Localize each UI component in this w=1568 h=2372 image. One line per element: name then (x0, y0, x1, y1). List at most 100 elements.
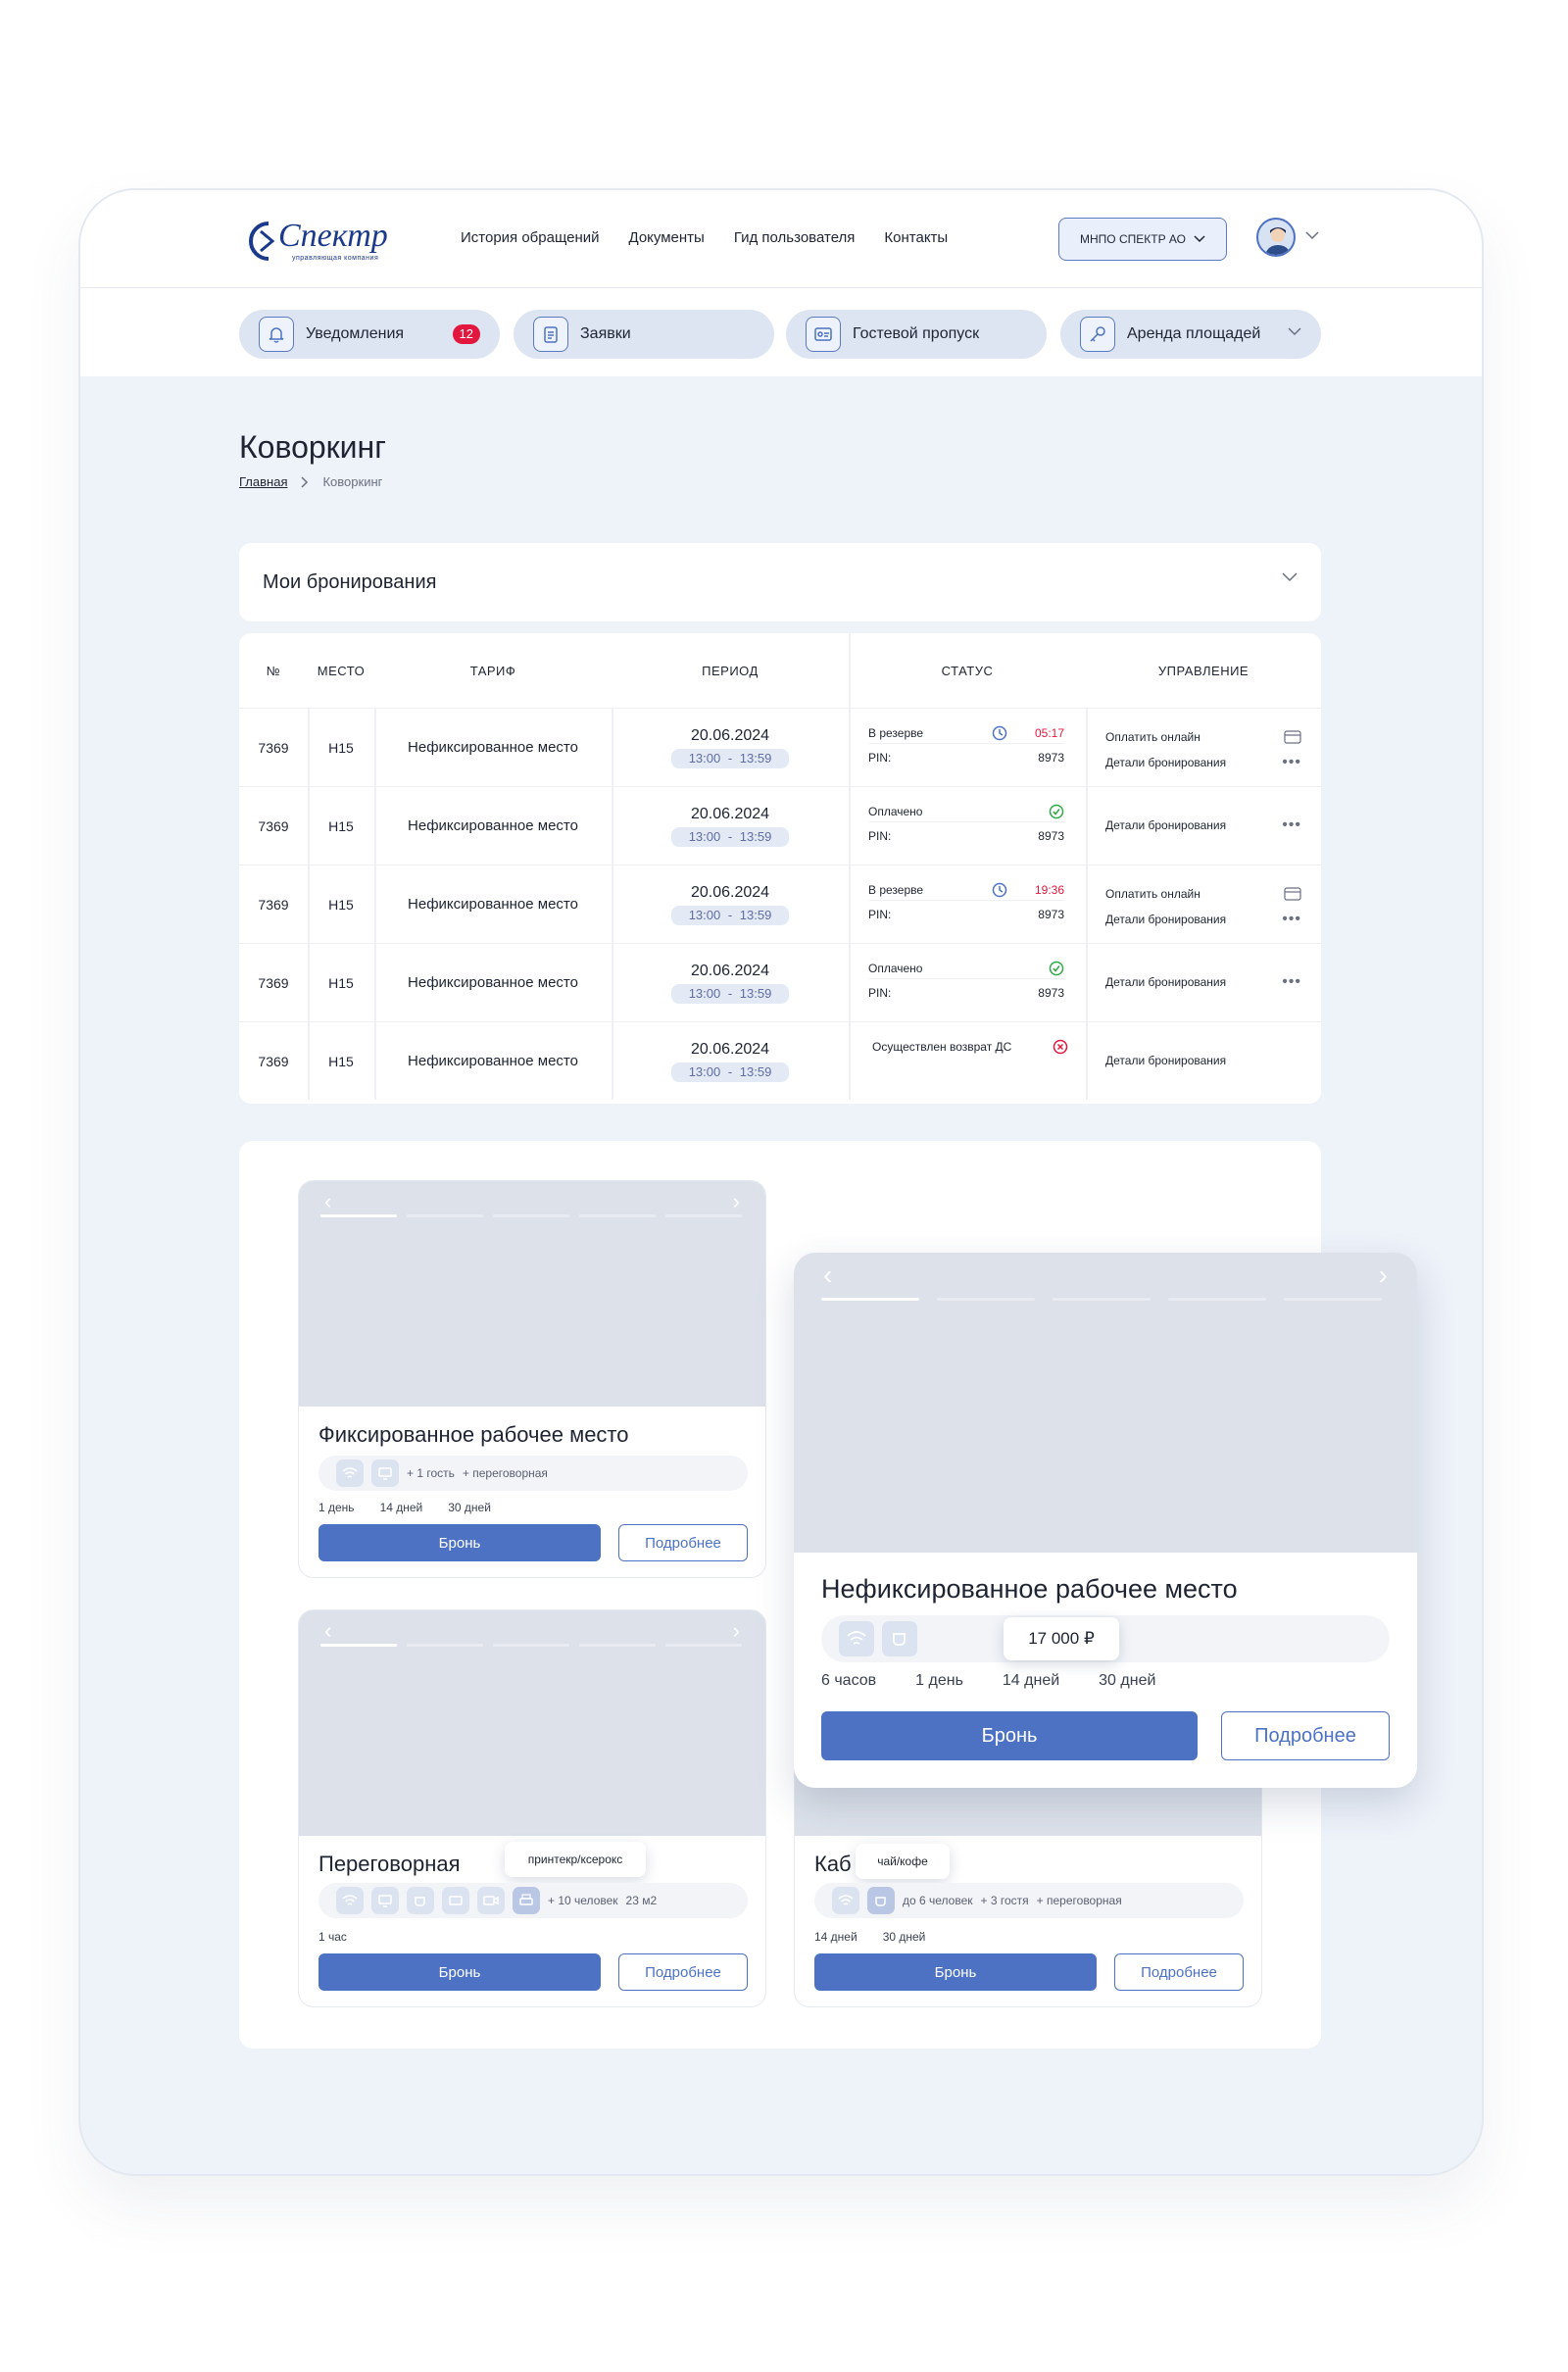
card-title: Нефиксированное рабочее место (821, 1574, 1238, 1604)
pin-label: PIN: (868, 751, 892, 765)
duration-option[interactable]: 30 дней (883, 1930, 926, 1944)
projector-icon[interactable] (442, 1887, 469, 1914)
chevron-left-icon[interactable]: ‹ (324, 1191, 331, 1212)
row-num: 7369 (258, 818, 289, 834)
table-row: 7369 H15 Нефиксированное место 20.06.202… (239, 786, 1321, 865)
duration-option[interactable]: 30 дней (1099, 1672, 1155, 1690)
chevron-left-icon[interactable]: ‹ (823, 1261, 832, 1289)
check-circle-icon (1049, 804, 1064, 818)
duration-options: 1 день 14 дней 30 дней (318, 1501, 491, 1514)
clipboard-icon (533, 317, 568, 352)
row-place: H15 (328, 740, 354, 756)
monitor-icon[interactable] (371, 1887, 399, 1914)
video-camera-icon[interactable] (477, 1887, 505, 1914)
status-text: Оплачено (868, 961, 923, 975)
amenities-bar: + 1 гость + переговорная (318, 1456, 748, 1491)
coffee-icon[interactable] (882, 1621, 917, 1656)
breadcrumb-current: Коворкинг (322, 474, 383, 489)
chevron-right-icon[interactable]: › (733, 1191, 740, 1212)
duration-option[interactable]: 14 дней (1003, 1672, 1059, 1690)
details-button[interactable]: Подробнее (1114, 1953, 1244, 1991)
chevron-right-icon[interactable]: › (1379, 1261, 1388, 1289)
booking-details-link[interactable]: Детали бронирования (1105, 913, 1226, 926)
row-period: 20.06.2024 13:00 - 13:59 (612, 865, 849, 944)
book-button[interactable]: Бронь (318, 1524, 601, 1561)
duration-option[interactable]: 14 дней (814, 1930, 858, 1944)
tab-notifications[interactable]: Уведомления 12 (239, 310, 500, 359)
more-dots-icon[interactable]: ••• (1282, 911, 1301, 928)
pin-value: 8973 (1038, 829, 1064, 843)
chevron-right-icon[interactable]: › (733, 1620, 740, 1642)
chevron-right-icon (301, 475, 309, 488)
row-management: Оплатить онлайн Детали бронирования ••• (1086, 709, 1321, 787)
tab-requests-label: Заявки (580, 325, 631, 342)
section-nav: Уведомления 12 Заявки Гостевой пропуск А… (80, 288, 1482, 376)
coffee-icon[interactable] (407, 1887, 434, 1914)
book-button[interactable]: Бронь (814, 1953, 1097, 1991)
booking-details-link[interactable]: Детали бронирования (1105, 1054, 1226, 1067)
monitor-icon[interactable] (371, 1459, 399, 1487)
row-time: 13:00 - 13:59 (670, 984, 790, 1004)
more-dots-icon[interactable]: ••• (1282, 754, 1301, 771)
tab-guest-pass[interactable]: Гостевой пропуск (786, 310, 1047, 359)
bookings-accordion[interactable]: Мои бронирования (239, 543, 1321, 621)
booking-details-link[interactable]: Детали бронирования (1105, 975, 1226, 989)
company-selector[interactable]: МНПО СПЕКТР АО (1058, 218, 1227, 261)
book-button[interactable]: Бронь (318, 1953, 601, 1991)
amenity-guest: + 1 гость (407, 1466, 455, 1480)
duration-option[interactable]: 6 часов (821, 1672, 876, 1690)
nav-contacts[interactable]: Контакты (884, 229, 948, 246)
coffee-icon[interactable] (867, 1887, 895, 1914)
pay-online-link[interactable]: Оплатить онлайн (1105, 730, 1200, 744)
book-button[interactable]: Бронь (821, 1711, 1198, 1760)
nav-history[interactable]: История обращений (461, 229, 600, 246)
nav-guide[interactable]: Гид пользователя (734, 229, 856, 246)
details-button[interactable]: Подробнее (618, 1524, 748, 1561)
duration-option[interactable]: 1 день (915, 1672, 963, 1690)
booking-details-link[interactable]: Детали бронирования (1105, 756, 1226, 769)
breadcrumb-home[interactable]: Главная (239, 474, 287, 489)
cancel-circle-icon (1053, 1039, 1068, 1055)
duration-options: 14 дней 30 дней (814, 1930, 925, 1944)
company-logo[interactable]: Спектр управляющая компания (239, 214, 388, 269)
top-header: Спектр управляющая компания История обра… (80, 190, 1482, 288)
details-button[interactable]: Подробнее (1221, 1711, 1390, 1760)
details-button[interactable]: Подробнее (618, 1953, 748, 1991)
chevron-left-icon[interactable]: ‹ (324, 1620, 331, 1642)
amenities-bar: + 10 человек 23 м2 (318, 1883, 748, 1918)
row-time: 13:00 - 13:59 (670, 906, 790, 925)
logo-subtext: управляющая компания (292, 255, 379, 262)
pay-online-link[interactable]: Оплатить онлайн (1105, 887, 1200, 901)
more-dots-icon[interactable]: ••• (1282, 816, 1301, 834)
row-period: 20.06.2024 13:00 - 13:59 (612, 709, 849, 787)
tariff-card-meeting-room: ‹ › Переговорная принтекр/ксерокс + 10 ч… (298, 1609, 766, 2007)
more-dots-icon[interactable]: ••• (1282, 973, 1301, 991)
row-place: H15 (328, 897, 354, 913)
amenity-guests: + 3 гостя (980, 1894, 1029, 1907)
wifi-icon[interactable] (832, 1887, 859, 1914)
duration-option[interactable]: 1 час (318, 1930, 347, 1944)
row-time: 13:00 - 13:59 (670, 749, 790, 768)
bookings-table: № МЕСТО ТАРИФ ПЕРИОД СТАТУС УПРАВЛЕНИЕ 7… (239, 633, 1321, 1104)
duration-option[interactable]: 14 дней (380, 1501, 423, 1514)
reserve-timer: 05:17 (1034, 725, 1064, 740)
row-status: Оплачено PIN: 8973 (849, 787, 1086, 865)
row-tariff: Нефиксированное место (408, 817, 578, 834)
printer-icon[interactable] (513, 1887, 540, 1914)
tab-rent[interactable]: Аренда площадей (1060, 310, 1321, 359)
credit-card-icon[interactable] (1284, 887, 1301, 901)
wifi-icon[interactable] (336, 1887, 364, 1914)
clock-icon (992, 882, 1007, 897)
avatar[interactable] (1256, 218, 1296, 257)
tab-requests[interactable]: Заявки (514, 310, 774, 359)
duration-option[interactable]: 1 день (318, 1501, 355, 1514)
booking-details-link[interactable]: Детали бронирования (1105, 818, 1226, 832)
tab-rent-label: Аренда площадей (1127, 325, 1261, 342)
wifi-icon[interactable] (839, 1621, 874, 1656)
row-date: 20.06.2024 (690, 727, 770, 744)
wifi-icon[interactable] (336, 1459, 364, 1487)
duration-option[interactable]: 30 дней (448, 1501, 491, 1514)
credit-card-icon[interactable] (1284, 730, 1301, 744)
avatar-chevron-icon[interactable] (1305, 231, 1319, 240)
nav-documents[interactable]: Документы (629, 229, 705, 246)
